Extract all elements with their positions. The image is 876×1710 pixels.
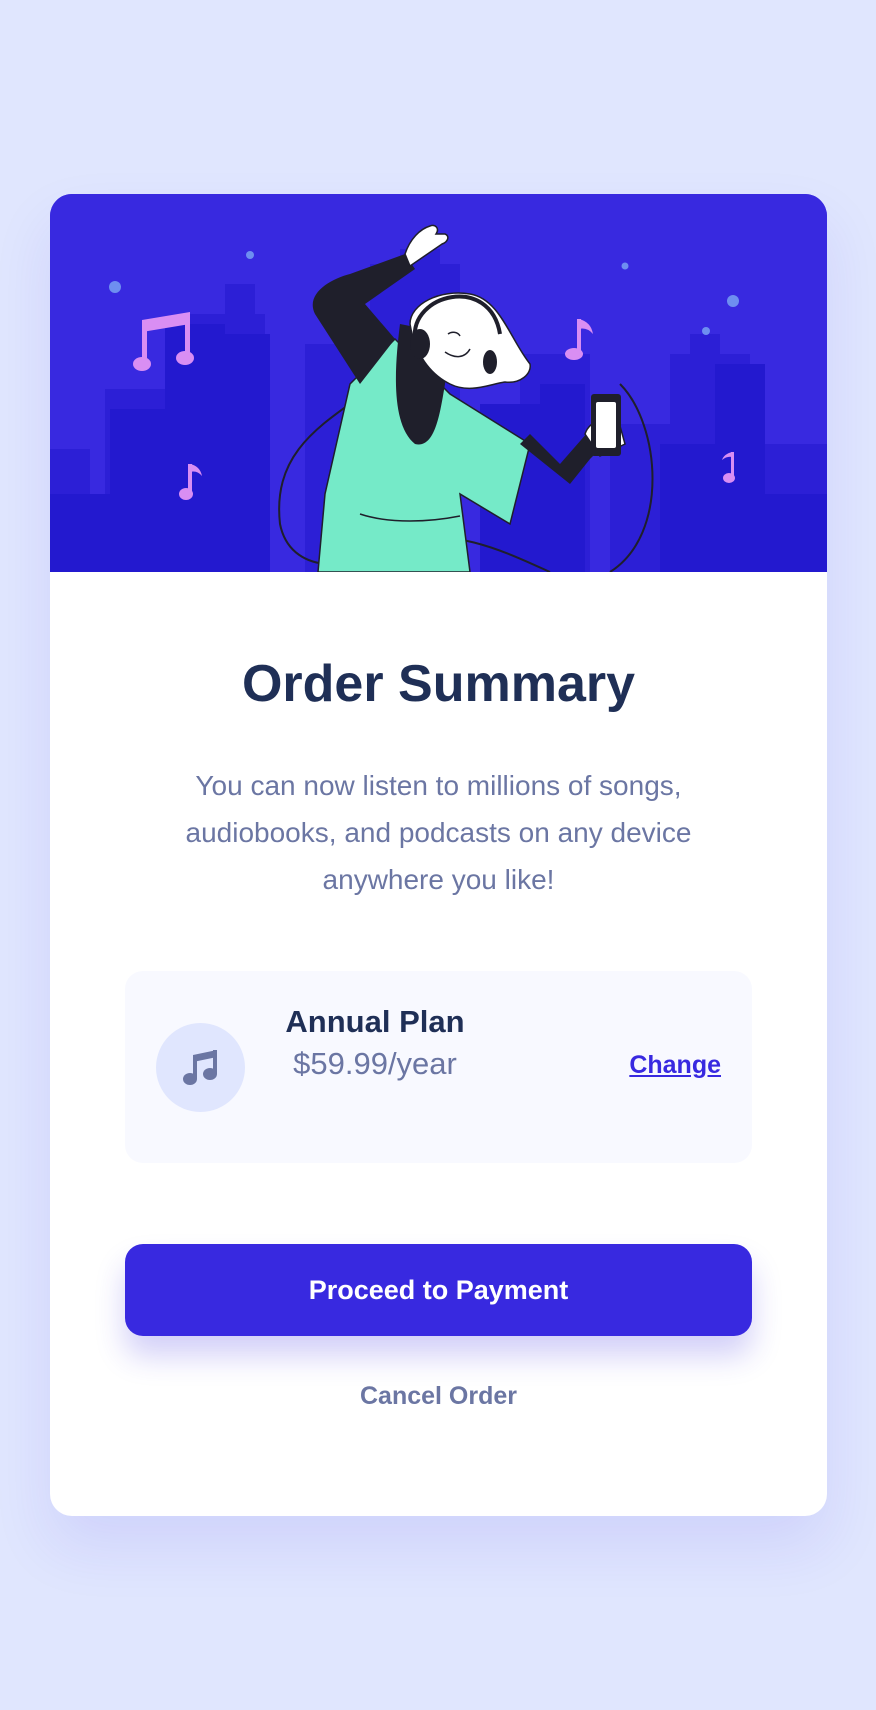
music-note-icon — [156, 1023, 245, 1112]
change-plan-link[interactable]: Change — [629, 1051, 721, 1080]
plan-summary: Annual Plan $59.99/year Change — [125, 971, 752, 1163]
order-summary-card: Order Summary You can now listen to mill… — [50, 194, 827, 1516]
page-title: Order Summary — [241, 655, 636, 713]
order-description: You can now listen to millions of songs,… — [185, 770, 692, 895]
hero-illustration — [50, 194, 827, 572]
hero-illustration-svg — [50, 194, 827, 572]
music-note-icon-svg — [182, 1049, 217, 1085]
proceed-to-payment-button[interactable]: Proceed to Payment — [125, 1244, 752, 1336]
plan-name: Annual Plan — [285, 1004, 465, 1039]
cancel-order-button[interactable]: Cancel Order — [50, 1382, 827, 1411]
plan-details: Annual Plan $59.99/year — [275, 1001, 475, 1084]
plan-price: $59.99/year — [293, 1046, 457, 1081]
